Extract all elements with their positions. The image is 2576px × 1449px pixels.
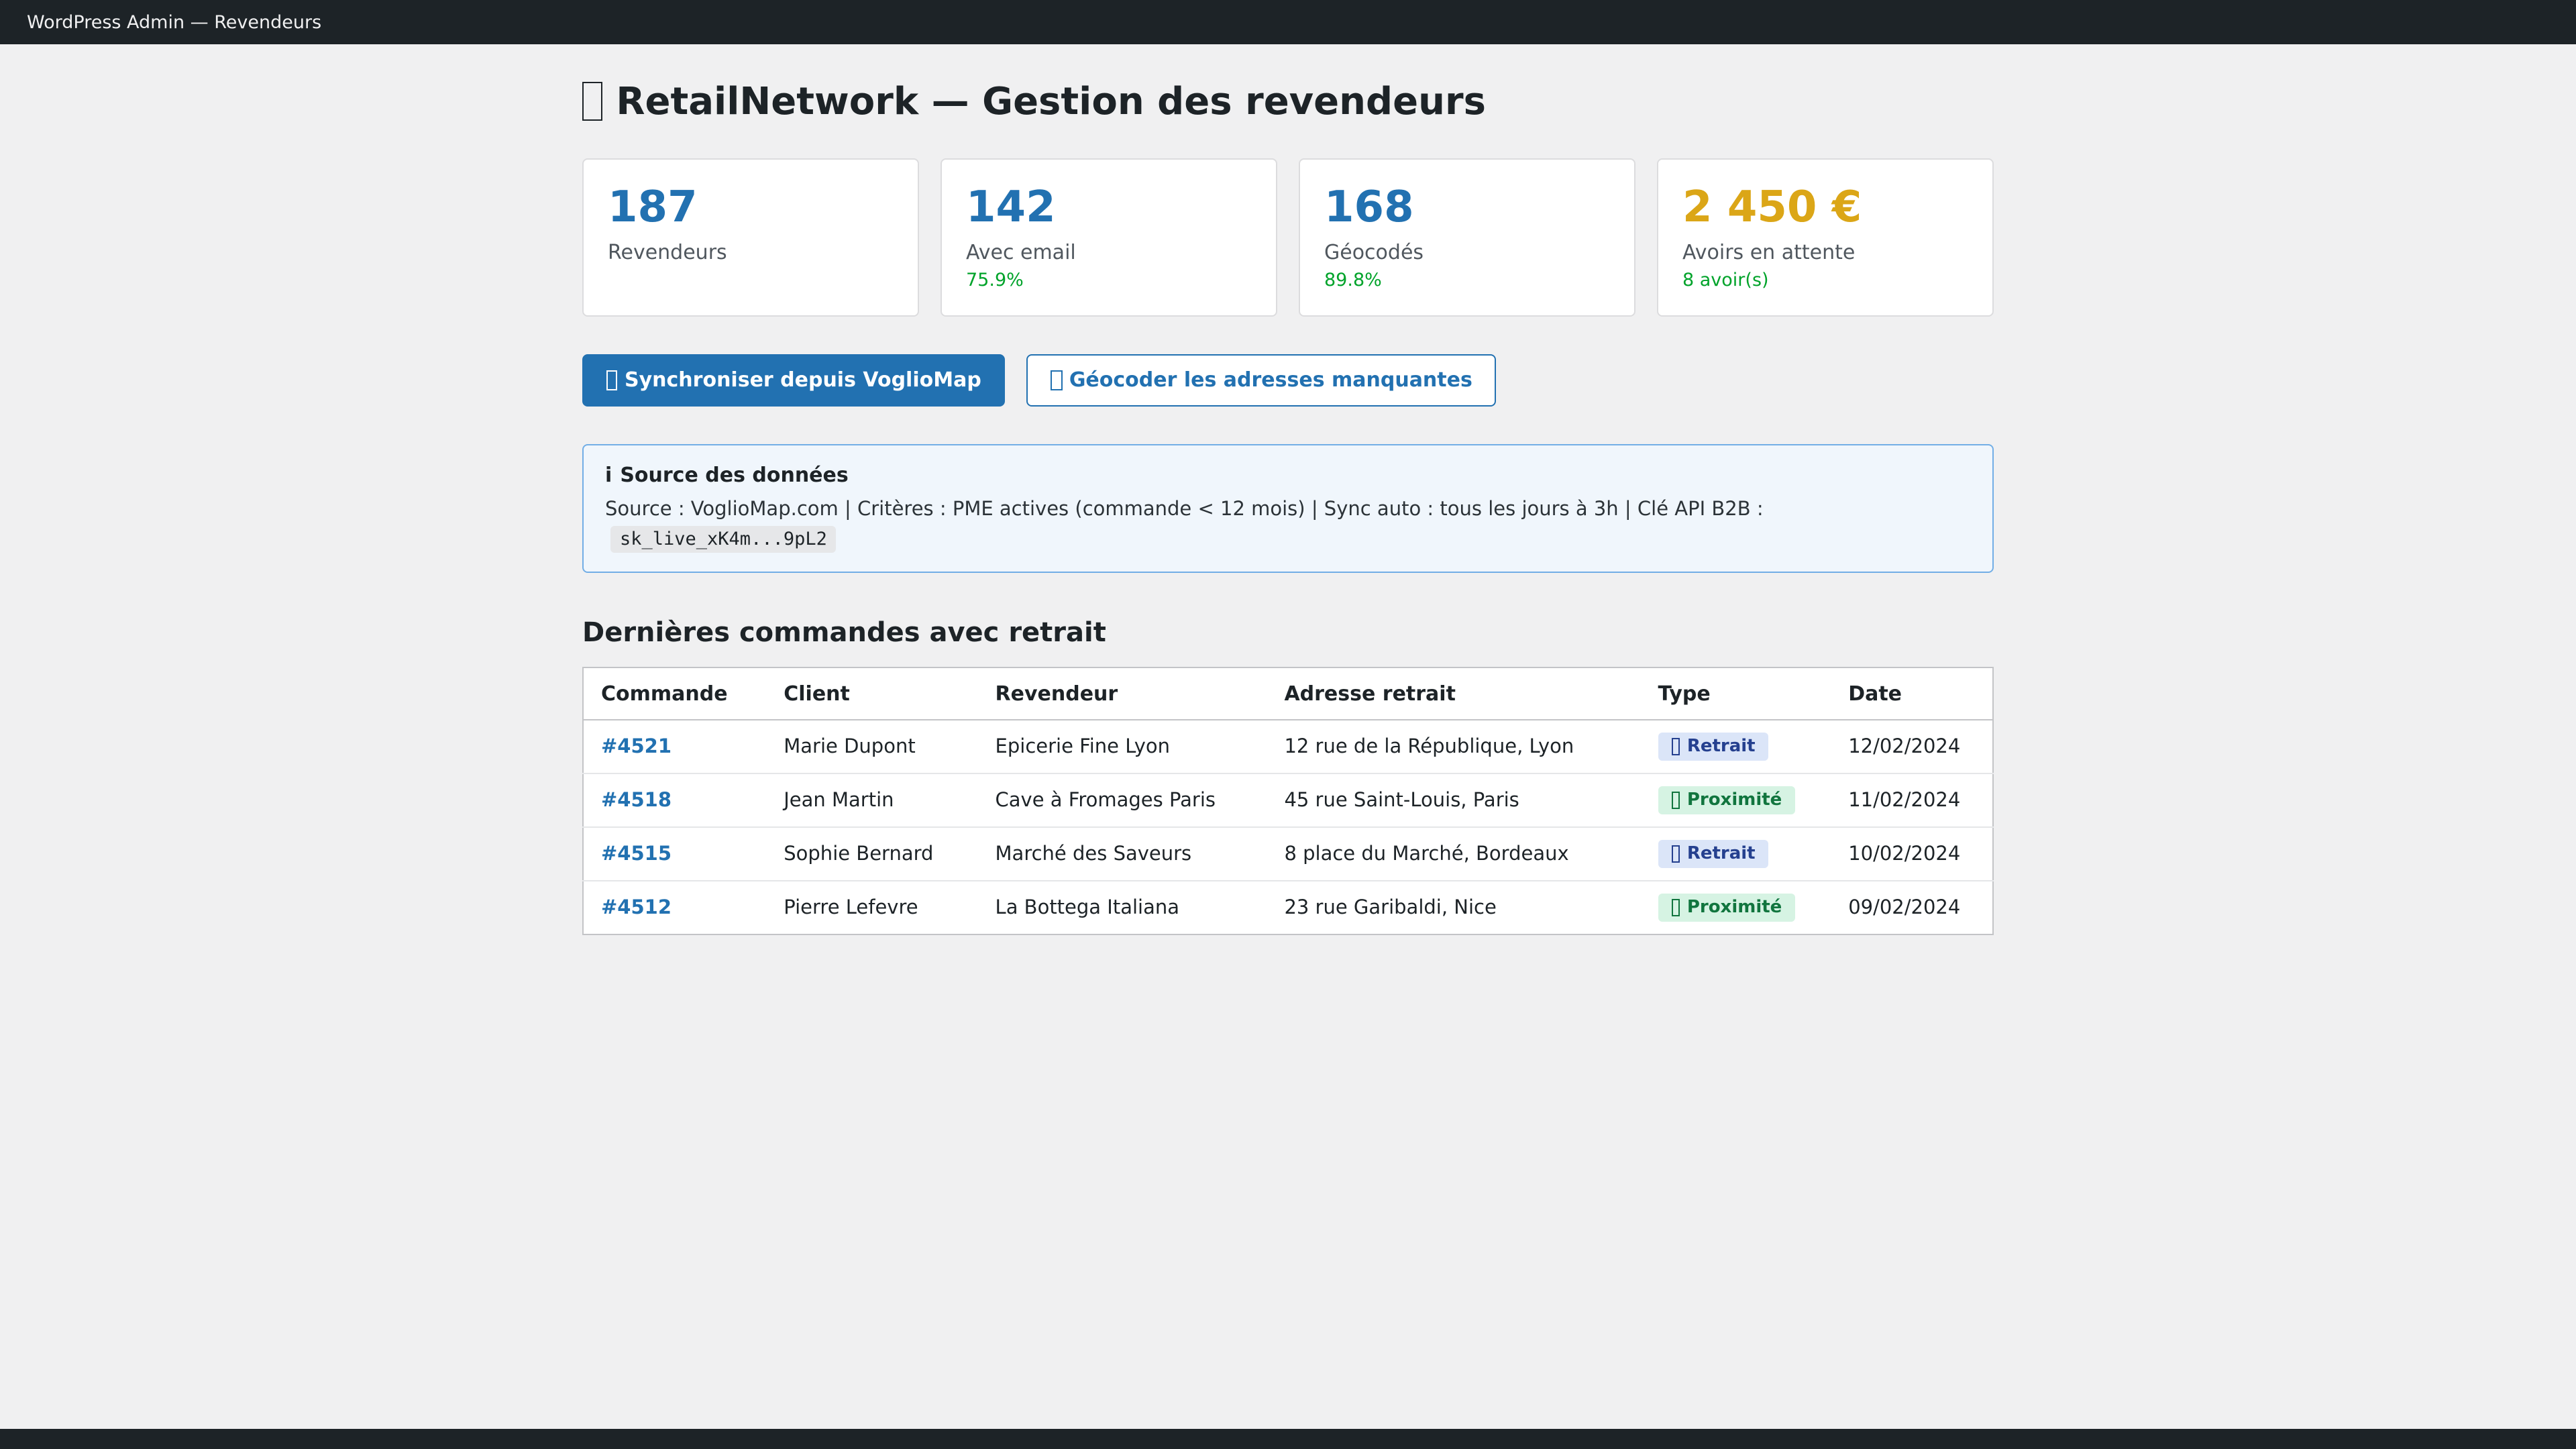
column-header-adresse: Adresse retrait bbox=[1267, 668, 1640, 720]
cell-date: 09/02/2024 bbox=[1831, 881, 1993, 935]
cell-date: 12/02/2024 bbox=[1831, 720, 1993, 774]
cell-type: Retrait bbox=[1640, 720, 1831, 774]
type-badge-label: Retrait bbox=[1687, 737, 1756, 757]
orders-heading: Dernières commandes avec retrait bbox=[582, 616, 1994, 649]
admin-bar: WordPress Admin — Revendeurs bbox=[0, 0, 2576, 44]
column-header-client: Client bbox=[766, 668, 977, 720]
stat-card-revendeurs: 187 Revendeurs bbox=[582, 158, 919, 317]
type-badge-label: Retrait bbox=[1687, 845, 1756, 865]
sync-button-label: Synchroniser depuis VoglioMap bbox=[625, 366, 981, 394]
order-link[interactable]: #4518 bbox=[601, 790, 672, 812]
stat-sub bbox=[608, 270, 894, 292]
cell-revendeur: La Bottega Italiana bbox=[978, 881, 1267, 935]
pin-icon bbox=[1671, 792, 1680, 810]
cell-adresse: 12 rue de la République, Lyon bbox=[1267, 720, 1640, 774]
store-icon bbox=[582, 82, 603, 120]
type-badge: Proximité bbox=[1658, 787, 1795, 815]
stat-label: Avec email bbox=[966, 240, 1252, 264]
store-icon bbox=[1671, 846, 1680, 863]
info-box-text-body: Source : VoglioMap.com | Critères : PME … bbox=[605, 499, 1764, 521]
column-header-date: Date bbox=[1831, 668, 1993, 720]
sync-icon bbox=[606, 370, 618, 390]
api-key-chip: sk_live_xK4m...9pL2 bbox=[610, 525, 837, 552]
cell-revendeur: Epicerie Fine Lyon bbox=[978, 720, 1267, 774]
order-link[interactable]: #4515 bbox=[601, 844, 672, 865]
stat-sub: 75.9% bbox=[966, 270, 1252, 292]
pin-icon bbox=[1051, 370, 1063, 390]
stat-value: 2 450 € bbox=[1682, 182, 1968, 232]
info-box-text: Source : VoglioMap.com | Critères : PME … bbox=[605, 496, 1971, 555]
pin-icon bbox=[1671, 900, 1680, 917]
cell-commande: #4521 bbox=[583, 720, 766, 774]
cell-revendeur: Marché des Saveurs bbox=[978, 828, 1267, 881]
store-icon bbox=[1671, 739, 1680, 756]
header-row: Commande Client Revendeur Adresse retrai… bbox=[583, 668, 1993, 720]
page-title-text: RetailNetwork — Gestion des revendeurs bbox=[616, 79, 1486, 123]
page-title: RetailNetwork — Gestion des revendeurs bbox=[582, 79, 1994, 123]
cell-adresse: 8 place du Marché, Bordeaux bbox=[1267, 828, 1640, 881]
column-header-commande: Commande bbox=[583, 668, 766, 720]
type-badge: Proximité bbox=[1658, 894, 1795, 922]
cell-type: Retrait bbox=[1640, 828, 1831, 881]
stat-label: Avoirs en attente bbox=[1682, 240, 1968, 264]
info-box-title: i Source des données bbox=[605, 463, 1971, 487]
column-header-type: Type bbox=[1640, 668, 1831, 720]
table-row: #4521 Marie Dupont Epicerie Fine Lyon 12… bbox=[583, 720, 1993, 774]
main-content: RetailNetwork — Gestion des revendeurs 1… bbox=[582, 79, 1994, 936]
cell-type: Proximité bbox=[1640, 774, 1831, 828]
stat-value: 142 bbox=[966, 182, 1252, 232]
stat-card-avec-email: 142 Avec email 75.9% bbox=[941, 158, 1277, 317]
cell-revendeur: Cave à Fromages Paris bbox=[978, 774, 1267, 828]
stat-sub: 89.8% bbox=[1324, 270, 1610, 292]
stat-value: 168 bbox=[1324, 182, 1610, 232]
cell-date: 11/02/2024 bbox=[1831, 774, 1993, 828]
type-badge-label: Proximité bbox=[1687, 898, 1782, 918]
cell-client: Sophie Bernard bbox=[766, 828, 977, 881]
info-icon: i bbox=[605, 463, 612, 487]
order-link[interactable]: #4521 bbox=[601, 737, 672, 758]
cell-commande: #4518 bbox=[583, 774, 766, 828]
stat-card-geocodes: 168 Géocodés 89.8% bbox=[1299, 158, 1635, 317]
cell-commande: #4512 bbox=[583, 881, 766, 935]
orders-table-head: Commande Client Revendeur Adresse retrai… bbox=[583, 668, 1993, 720]
info-box-title-text: Source des données bbox=[620, 463, 848, 487]
cell-type: Proximité bbox=[1640, 881, 1831, 935]
cell-adresse: 45 rue Saint-Louis, Paris bbox=[1267, 774, 1640, 828]
cell-client: Pierre Lefevre bbox=[766, 881, 977, 935]
cell-client: Marie Dupont bbox=[766, 720, 977, 774]
table-row: #4518 Jean Martin Cave à Fromages Paris … bbox=[583, 774, 1993, 828]
geocode-button-label: Géocoder les adresses manquantes bbox=[1069, 366, 1472, 394]
footer-bar bbox=[0, 1429, 2576, 1449]
sync-button[interactable]: Synchroniser depuis VoglioMap bbox=[582, 354, 1006, 407]
cell-adresse: 23 rue Garibaldi, Nice bbox=[1267, 881, 1640, 935]
cell-date: 10/02/2024 bbox=[1831, 828, 1993, 881]
stat-card-avoirs: 2 450 € Avoirs en attente 8 avoir(s) bbox=[1657, 158, 1994, 317]
order-link[interactable]: #4512 bbox=[601, 898, 672, 919]
actions-row: Synchroniser depuis VoglioMap Géocoder l… bbox=[582, 354, 1994, 407]
cell-client: Jean Martin bbox=[766, 774, 977, 828]
page-root: WordPress Admin — Revendeurs RetailNetwo… bbox=[0, 0, 2576, 1449]
column-header-revendeur: Revendeur bbox=[978, 668, 1267, 720]
stats-row: 187 Revendeurs 142 Avec email 75.9% 168 … bbox=[582, 158, 1994, 317]
type-badge-label: Proximité bbox=[1687, 791, 1782, 811]
orders-table-body: #4521 Marie Dupont Epicerie Fine Lyon 12… bbox=[583, 720, 1993, 935]
orders-table: Commande Client Revendeur Adresse retrai… bbox=[582, 667, 1994, 936]
stat-sub: 8 avoir(s) bbox=[1682, 270, 1968, 292]
table-row: #4512 Pierre Lefevre La Bottega Italiana… bbox=[583, 881, 1993, 935]
type-badge: Retrait bbox=[1658, 841, 1768, 869]
cell-commande: #4515 bbox=[583, 828, 766, 881]
stat-value: 187 bbox=[608, 182, 894, 232]
geocode-button[interactable]: Géocoder les adresses manquantes bbox=[1027, 354, 1497, 407]
table-row: #4515 Sophie Bernard Marché des Saveurs … bbox=[583, 828, 1993, 881]
type-badge: Retrait bbox=[1658, 733, 1768, 761]
stat-label: Géocodés bbox=[1324, 240, 1610, 264]
stat-label: Revendeurs bbox=[608, 240, 894, 264]
admin-bar-title: WordPress Admin — Revendeurs bbox=[27, 11, 321, 33]
data-source-info-box: i Source des données Source : VoglioMap.c… bbox=[582, 444, 1994, 574]
